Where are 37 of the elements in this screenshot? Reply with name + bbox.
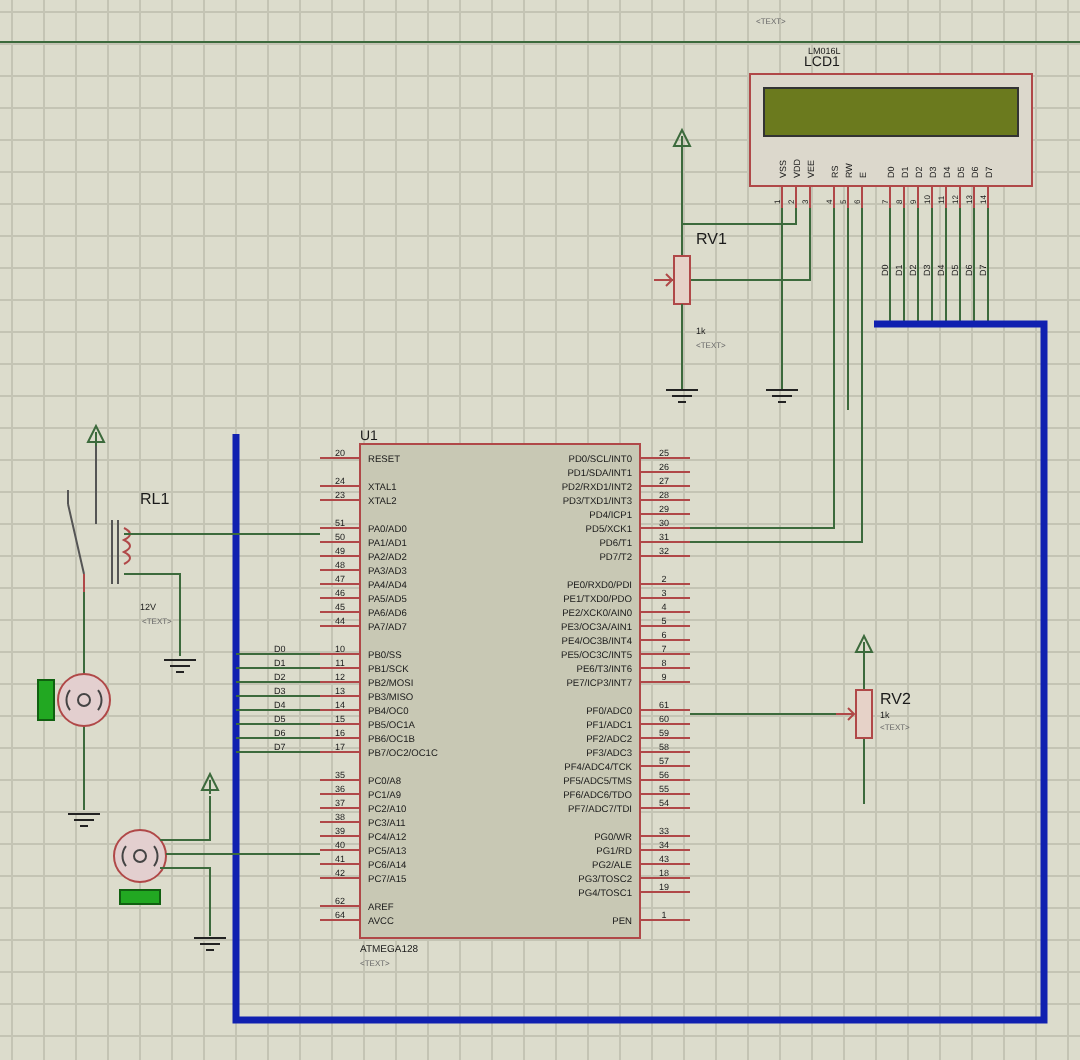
wire — [987, 207, 989, 325]
power-terminal-icon — [672, 129, 691, 151]
component-reference: RL1 — [140, 490, 170, 508]
ground-icon — [765, 389, 799, 403]
wire — [889, 207, 891, 325]
motor-icon — [113, 829, 167, 883]
wire — [123, 573, 181, 657]
wire — [235, 667, 321, 669]
power-terminal-icon — [86, 425, 105, 447]
wire — [959, 207, 961, 325]
power-terminal-icon — [200, 773, 219, 795]
ground-icon — [193, 937, 227, 951]
power-terminal-icon — [854, 635, 873, 657]
ground-icon — [163, 659, 197, 673]
wire — [681, 303, 683, 391]
wire — [945, 207, 947, 325]
motor-tag — [119, 889, 161, 905]
wire — [235, 653, 321, 655]
ground-icon — [665, 389, 699, 403]
wire — [903, 207, 905, 325]
wire — [235, 681, 321, 683]
wire — [931, 207, 933, 325]
motor-tag — [37, 679, 55, 721]
wire — [235, 751, 321, 753]
wire — [235, 737, 321, 739]
potentiometer-icon — [835, 689, 873, 739]
component-reference: RV1 — [696, 230, 727, 248]
schematic-canvas[interactable] — [0, 0, 1080, 1060]
wire — [235, 695, 321, 697]
component-reference: RV2 — [880, 690, 911, 708]
potentiometer-icon — [653, 255, 691, 305]
ground-icon — [67, 813, 101, 827]
wire — [235, 709, 321, 711]
wire — [973, 207, 975, 325]
wire — [917, 207, 919, 325]
motor-icon — [57, 673, 111, 727]
wire — [235, 723, 321, 725]
